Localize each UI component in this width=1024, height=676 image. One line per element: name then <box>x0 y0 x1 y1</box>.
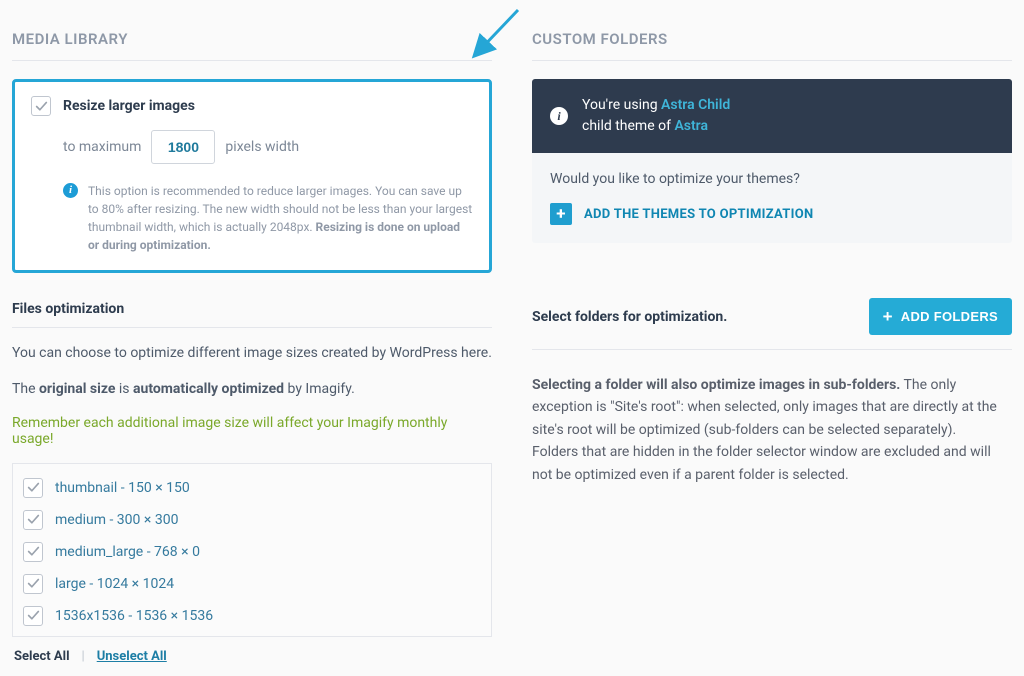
size-checkbox[interactable] <box>23 542 43 562</box>
theme-child-link[interactable]: Astra Child <box>661 97 730 113</box>
resize-width-input[interactable] <box>151 130 215 164</box>
check-icon <box>27 545 40 558</box>
separator: | <box>82 649 85 664</box>
plus-icon: + <box>883 308 893 325</box>
files-optimization-title: Files optimization <box>12 301 492 327</box>
list-item[interactable]: medium_large - 768 × 0 <box>19 536 485 568</box>
size-checkbox[interactable] <box>23 510 43 530</box>
list-item[interactable]: medium - 300 × 300 <box>19 504 485 536</box>
divider <box>12 327 492 328</box>
resize-prefix: to maximum <box>63 139 141 155</box>
theme-parent-link[interactable]: Astra <box>674 118 708 134</box>
select-all-button[interactable]: Select All <box>14 649 70 664</box>
files-original-line: The original size is automatically optim… <box>12 378 492 400</box>
size-label: 1536x1536 - 1536 × 1536 <box>55 608 213 624</box>
resize-checkbox[interactable] <box>31 96 51 116</box>
check-icon <box>35 100 48 113</box>
size-label: large - 1024 × 1024 <box>55 576 174 592</box>
size-label: medium - 300 × 300 <box>55 512 178 528</box>
size-checkbox[interactable] <box>23 606 43 626</box>
size-label: medium_large - 768 × 0 <box>55 544 200 560</box>
files-desc: You can choose to optimize different ima… <box>12 342 492 364</box>
info-icon: i <box>63 183 78 198</box>
media-library-heading: MEDIA LIBRARY <box>12 0 492 61</box>
resize-suffix: pixels width <box>225 139 299 155</box>
custom-folders-heading: CUSTOM FOLDERS <box>532 0 1012 61</box>
resize-label: Resize larger images <box>63 98 195 114</box>
size-label: thumbnail - 150 × 150 <box>55 480 190 496</box>
select-folders-title: Select folders for optimization. <box>532 309 727 325</box>
list-item[interactable]: large - 1024 × 1024 <box>19 568 485 600</box>
image-sizes-list[interactable]: thumbnail - 150 × 150 medium - 300 × 300… <box>12 463 492 637</box>
plus-icon: + <box>550 203 572 225</box>
resize-larger-images-box: Resize larger images to maximum pixels w… <box>12 79 492 273</box>
add-folders-button[interactable]: + ADD FOLDERS <box>869 298 1012 335</box>
list-item[interactable]: thumbnail - 150 × 150 <box>19 472 485 504</box>
size-checkbox[interactable] <box>23 478 43 498</box>
check-icon <box>27 609 40 622</box>
list-item[interactable]: 1536x1536 - 1536 × 1536 <box>19 600 485 632</box>
resize-info-text: This option is recommended to reduce lar… <box>88 182 473 254</box>
folders-description: Selecting a folder will also optimize im… <box>532 374 1012 486</box>
size-checkbox[interactable] <box>23 574 43 594</box>
check-icon <box>27 577 40 590</box>
check-icon <box>27 513 40 526</box>
theme-banner: i You're using Astra Child child theme o… <box>532 79 1012 153</box>
files-warning: Remember each additional image size will… <box>12 415 492 447</box>
optimize-themes-question: Would you like to optimize your themes? <box>550 171 994 187</box>
info-icon: i <box>550 107 568 125</box>
unselect-all-button[interactable]: Unselect All <box>97 649 167 664</box>
check-icon <box>27 481 40 494</box>
add-themes-button[interactable]: + ADD THE THEMES TO OPTIMIZATION <box>550 203 813 225</box>
